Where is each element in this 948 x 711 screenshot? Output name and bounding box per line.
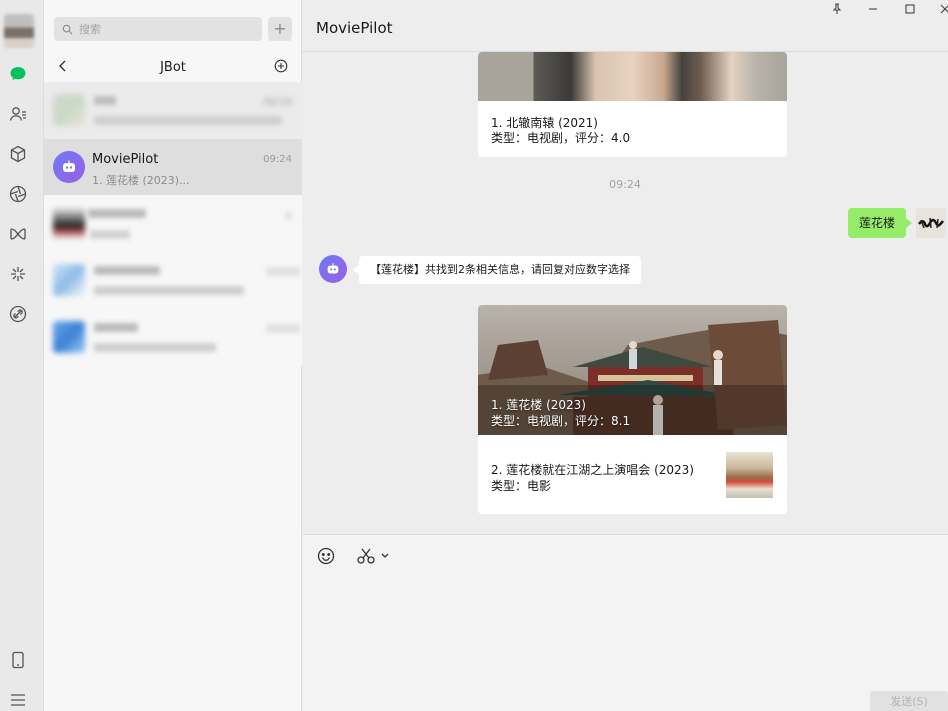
folder-title: JBot <box>160 60 186 75</box>
result-info: 类型：电视剧，评分：4.0 <box>491 131 631 145</box>
message-timestamp: 09:24 <box>609 178 641 191</box>
result-info: 类型：电影 <box>491 479 552 493</box>
moments-icon[interactable] <box>8 184 28 204</box>
add-button[interactable]: + <box>268 17 292 41</box>
favorites-icon[interactable] <box>8 144 28 164</box>
session-time: 08/18 <box>263 97 292 108</box>
maximize-icon[interactable] <box>903 2 917 16</box>
bot-avatar[interactable] <box>319 255 347 283</box>
chat-panel: MoviePilot 1. 北辙南辕 (2021) 类型：电视剧，评分：4.0 … <box>302 0 948 711</box>
menu-icon[interactable] <box>8 690 28 710</box>
result-thumbnail <box>726 452 773 498</box>
session-item[interactable]: a <box>44 195 302 252</box>
session-name: MoviePilot <box>92 152 159 167</box>
session-item[interactable]: 08/18 <box>44 82 302 139</box>
session-time: a <box>285 210 292 221</box>
result-info-overlay: 类型：电视剧，评分：8.1 <box>491 414 631 428</box>
session-item[interactable] <box>44 252 302 309</box>
pin-icon[interactable] <box>830 2 844 16</box>
nav-rail <box>0 0 44 711</box>
session-item[interactable] <box>44 309 302 366</box>
session-avatar <box>53 321 85 353</box>
poster-image <box>478 52 787 101</box>
add-circle-icon[interactable] <box>274 59 288 73</box>
my-message-bubble[interactable]: 莲花楼 <box>848 208 913 238</box>
search-result-card[interactable]: 1. 莲花楼 (2023) 类型：电视剧，评分：8.1 2. 莲花楼就在江湖之上… <box>478 305 787 514</box>
channels-icon[interactable] <box>8 264 28 284</box>
session-avatar <box>53 207 85 239</box>
search-network-icon[interactable] <box>8 304 28 324</box>
search-box[interactable] <box>54 17 262 41</box>
session-avatar <box>53 94 85 126</box>
chat-icon[interactable] <box>8 64 28 84</box>
minimize-icon[interactable] <box>866 2 880 16</box>
screenshot-scissors-icon[interactable] <box>356 546 392 566</box>
phone-icon[interactable] <box>8 650 28 670</box>
message-input-area[interactable]: 发送(S) <box>302 534 948 711</box>
folder-header: JBot <box>44 52 302 82</box>
session-time: 09:24 <box>263 154 292 165</box>
contacts-icon[interactable] <box>8 104 28 124</box>
chat-header: MoviePilot <box>302 0 948 52</box>
search-result-card[interactable]: 1. 北辙南辕 (2021) 类型：电视剧，评分：4.0 <box>478 52 787 157</box>
my-avatar[interactable] <box>4 14 34 48</box>
result-title: 2. 莲花楼就在江湖之上演唱会 (2023) <box>491 463 694 477</box>
chat-title: MoviePilot <box>316 19 393 37</box>
send-button[interactable]: 发送(S) <box>870 691 948 711</box>
session-preview: 1. 莲花楼 (2023)... <box>92 174 190 187</box>
close-icon[interactable] <box>938 2 948 16</box>
my-chat-avatar[interactable] <box>916 208 946 238</box>
bot-message-bubble[interactable]: 【莲花楼】共找到2条相关信息，请回复对应数字选择 <box>353 256 641 284</box>
robot-icon <box>63 160 75 172</box>
mini-programs-icon[interactable] <box>8 224 28 244</box>
calligraphy-avatar-image <box>916 208 946 238</box>
session-avatar <box>53 264 85 296</box>
search-icon <box>62 24 73 34</box>
robot-icon <box>327 263 339 274</box>
session-item-moviepilot[interactable]: MoviePilot 1. 莲花楼 (2023)... 09:24 <box>44 139 302 196</box>
result-title-overlay: 1. 莲花楼 (2023) <box>491 398 586 412</box>
emoji-icon[interactable] <box>316 546 336 566</box>
search-input[interactable] <box>79 22 249 36</box>
session-list-panel: + JBot 08/18 MoviePilot 1. 莲花楼 (2023)...… <box>44 0 302 711</box>
bot-avatar <box>53 151 85 183</box>
